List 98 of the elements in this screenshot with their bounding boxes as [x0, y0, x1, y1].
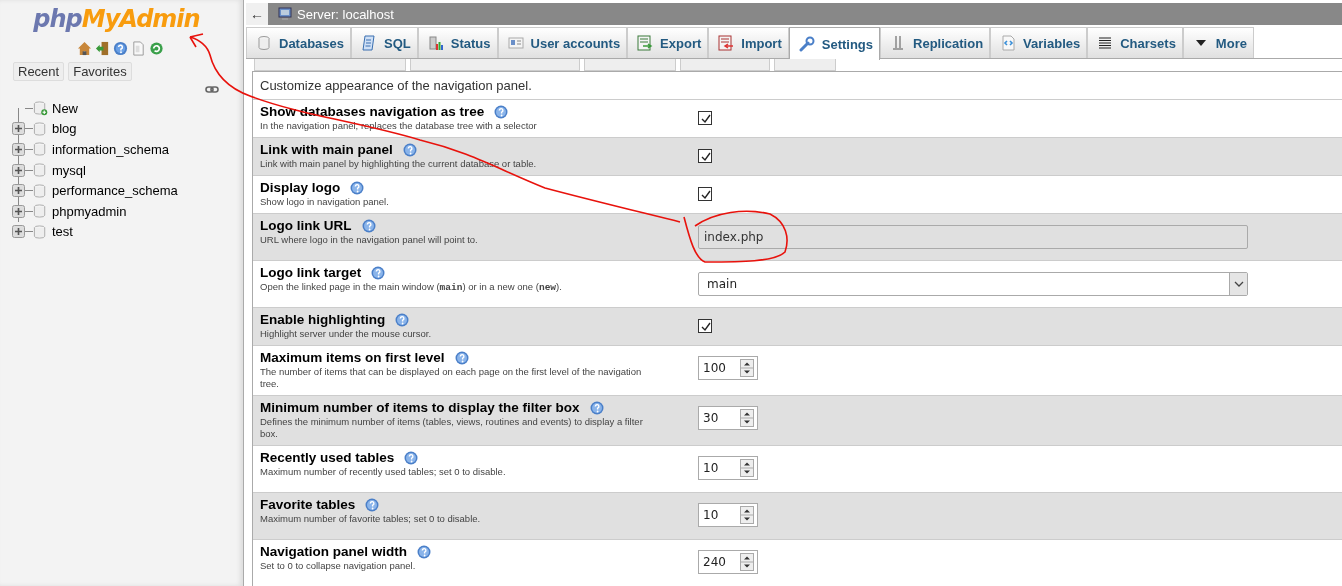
number-field[interactable]: 10: [698, 456, 758, 480]
help-icon[interactable]: [350, 180, 365, 195]
back-button[interactable]: ←: [246, 3, 268, 25]
exit-icon[interactable]: [95, 41, 110, 56]
chart-icon: [427, 35, 444, 51]
nav-tab[interactable]: Recent: [13, 62, 65, 81]
card-icon: [507, 35, 524, 51]
database-icon: [33, 182, 48, 199]
expand-icon[interactable]: [12, 122, 25, 136]
setting-name: Enable highlighting: [260, 312, 386, 327]
setting-name: Favorite tables: [260, 497, 356, 512]
setting-description: Maximum number of recently used tables; set 0 to disable.: [260, 466, 507, 478]
tree-item[interactable]: phpmyadmin: [52, 203, 127, 219]
nav-tab[interactable]: Favorites: [68, 62, 132, 81]
export-icon: [637, 35, 654, 51]
nav-tab[interactable]: User accounts: [497, 27, 628, 58]
tree-item[interactable]: blog: [52, 121, 77, 137]
link-icon[interactable]: [205, 85, 219, 94]
expand-icon[interactable]: [12, 143, 25, 156]
help-icon[interactable]: [454, 350, 469, 365]
nav-tab[interactable]: Export: [627, 27, 709, 58]
new-database-icon: [33, 100, 48, 117]
checkbox[interactable]: [698, 187, 712, 201]
help-icon[interactable]: [404, 450, 419, 465]
spinner-icon[interactable]: [740, 506, 754, 524]
database-icon: [33, 162, 48, 179]
checkbox[interactable]: [698, 319, 712, 333]
spinner-icon[interactable]: [740, 553, 754, 571]
setting-description: The number of items that can be displayed on each page on the first level of the navigation tree.: [260, 366, 643, 390]
checkbox[interactable]: [698, 149, 712, 163]
import-icon: [718, 35, 735, 51]
dropdown[interactable]: main: [698, 272, 1248, 296]
setting-name: Display logo: [260, 180, 341, 195]
spinner-icon[interactable]: [740, 359, 754, 377]
setting-name: Recently used tables: [260, 450, 395, 465]
setting-name: Show databases navigation as tree: [260, 104, 485, 119]
spinner-icon[interactable]: [740, 459, 754, 477]
script-icon: [361, 35, 378, 51]
setting-name: Logo link URL: [260, 218, 352, 233]
help-icon[interactable]: [365, 497, 380, 512]
setting-description: Set to 0 to collapse navigation panel.: [260, 560, 417, 572]
tree-item[interactable]: mysql: [52, 162, 86, 178]
database-icon: [33, 203, 48, 220]
help-icon[interactable]: [113, 41, 128, 56]
reload-icon[interactable]: [149, 41, 164, 56]
database-icon: [33, 141, 48, 158]
nav-tab[interactable]: Variables: [990, 27, 1088, 58]
setting-name: Maximum items on first level: [260, 350, 445, 365]
help-icon[interactable]: [395, 312, 410, 327]
setting-description: Defines the minimum number of items (tables, views, routines and events) to display a filter box.: [260, 416, 644, 440]
setting-description: Highlight server under the mouse cursor.: [260, 328, 433, 340]
nav-tab[interactable]: Status: [417, 27, 498, 58]
server-link[interactable]: Server: localhost: [297, 6, 394, 22]
database-icon: [256, 35, 272, 51]
wrench-icon: [798, 36, 815, 52]
nav-tab[interactable]: Charsets: [1087, 27, 1183, 58]
help-icon[interactable]: [494, 104, 509, 119]
number-field[interactable]: 100: [698, 356, 758, 380]
spinner-icon[interactable]: [740, 409, 754, 427]
server-icon: [278, 6, 294, 22]
help-icon[interactable]: [371, 265, 386, 280]
expand-icon[interactable]: [12, 204, 25, 218]
nav-tab[interactable]: Replication: [880, 27, 991, 58]
setting-description: Open the linked page in the main window (main) or in a new one (new).: [260, 281, 563, 294]
checkbox[interactable]: [698, 111, 712, 125]
help-icon[interactable]: [361, 218, 376, 233]
setting-name: Navigation panel width: [260, 544, 407, 559]
number-field[interactable]: 10: [698, 503, 758, 527]
nav-tab[interactable]: More: [1182, 27, 1254, 58]
help-icon[interactable]: [402, 142, 417, 157]
lines-icon: [1097, 35, 1114, 51]
nav-tab[interactable]: SQL: [351, 27, 418, 58]
nav-tab[interactable]: Settings: [788, 27, 881, 60]
setting-description: URL where logo in the navigation panel will point to.: [260, 234, 479, 246]
nav-tab[interactable]: Import: [708, 27, 789, 58]
tree-item[interactable]: information_schema: [52, 142, 170, 157]
setting-name: Link with main panel: [260, 142, 393, 157]
database-icon: [33, 223, 48, 240]
expand-icon[interactable]: [12, 225, 25, 239]
tree-item[interactable]: performance_schema: [52, 183, 178, 199]
home-icon[interactable]: [77, 41, 92, 56]
tree-item[interactable]: New: [52, 100, 78, 116]
setting-name: Minimum number of items to display the filter box: [260, 400, 580, 415]
logo[interactable]: phpMyAdmin: [33, 5, 200, 33]
setting-description: Show logo in navigation panel.: [260, 196, 390, 208]
setting-description: Maximum number of favorite tables; set 0 to disable.: [260, 513, 482, 525]
number-field[interactable]: 240: [698, 550, 758, 574]
help-icon[interactable]: [589, 400, 604, 415]
expand-icon[interactable]: [12, 163, 25, 177]
number-field[interactable]: 30: [698, 406, 758, 430]
expand-icon[interactable]: [12, 184, 25, 198]
input-field[interactable]: index.php: [698, 225, 1248, 249]
setting-name: Logo link target: [260, 265, 362, 280]
nav-tab[interactable]: Databases: [246, 27, 352, 58]
tree-item[interactable]: test: [52, 224, 73, 240]
help-icon[interactable]: [417, 544, 431, 559]
code-icon: [1000, 35, 1017, 51]
database-icon: [33, 120, 48, 137]
